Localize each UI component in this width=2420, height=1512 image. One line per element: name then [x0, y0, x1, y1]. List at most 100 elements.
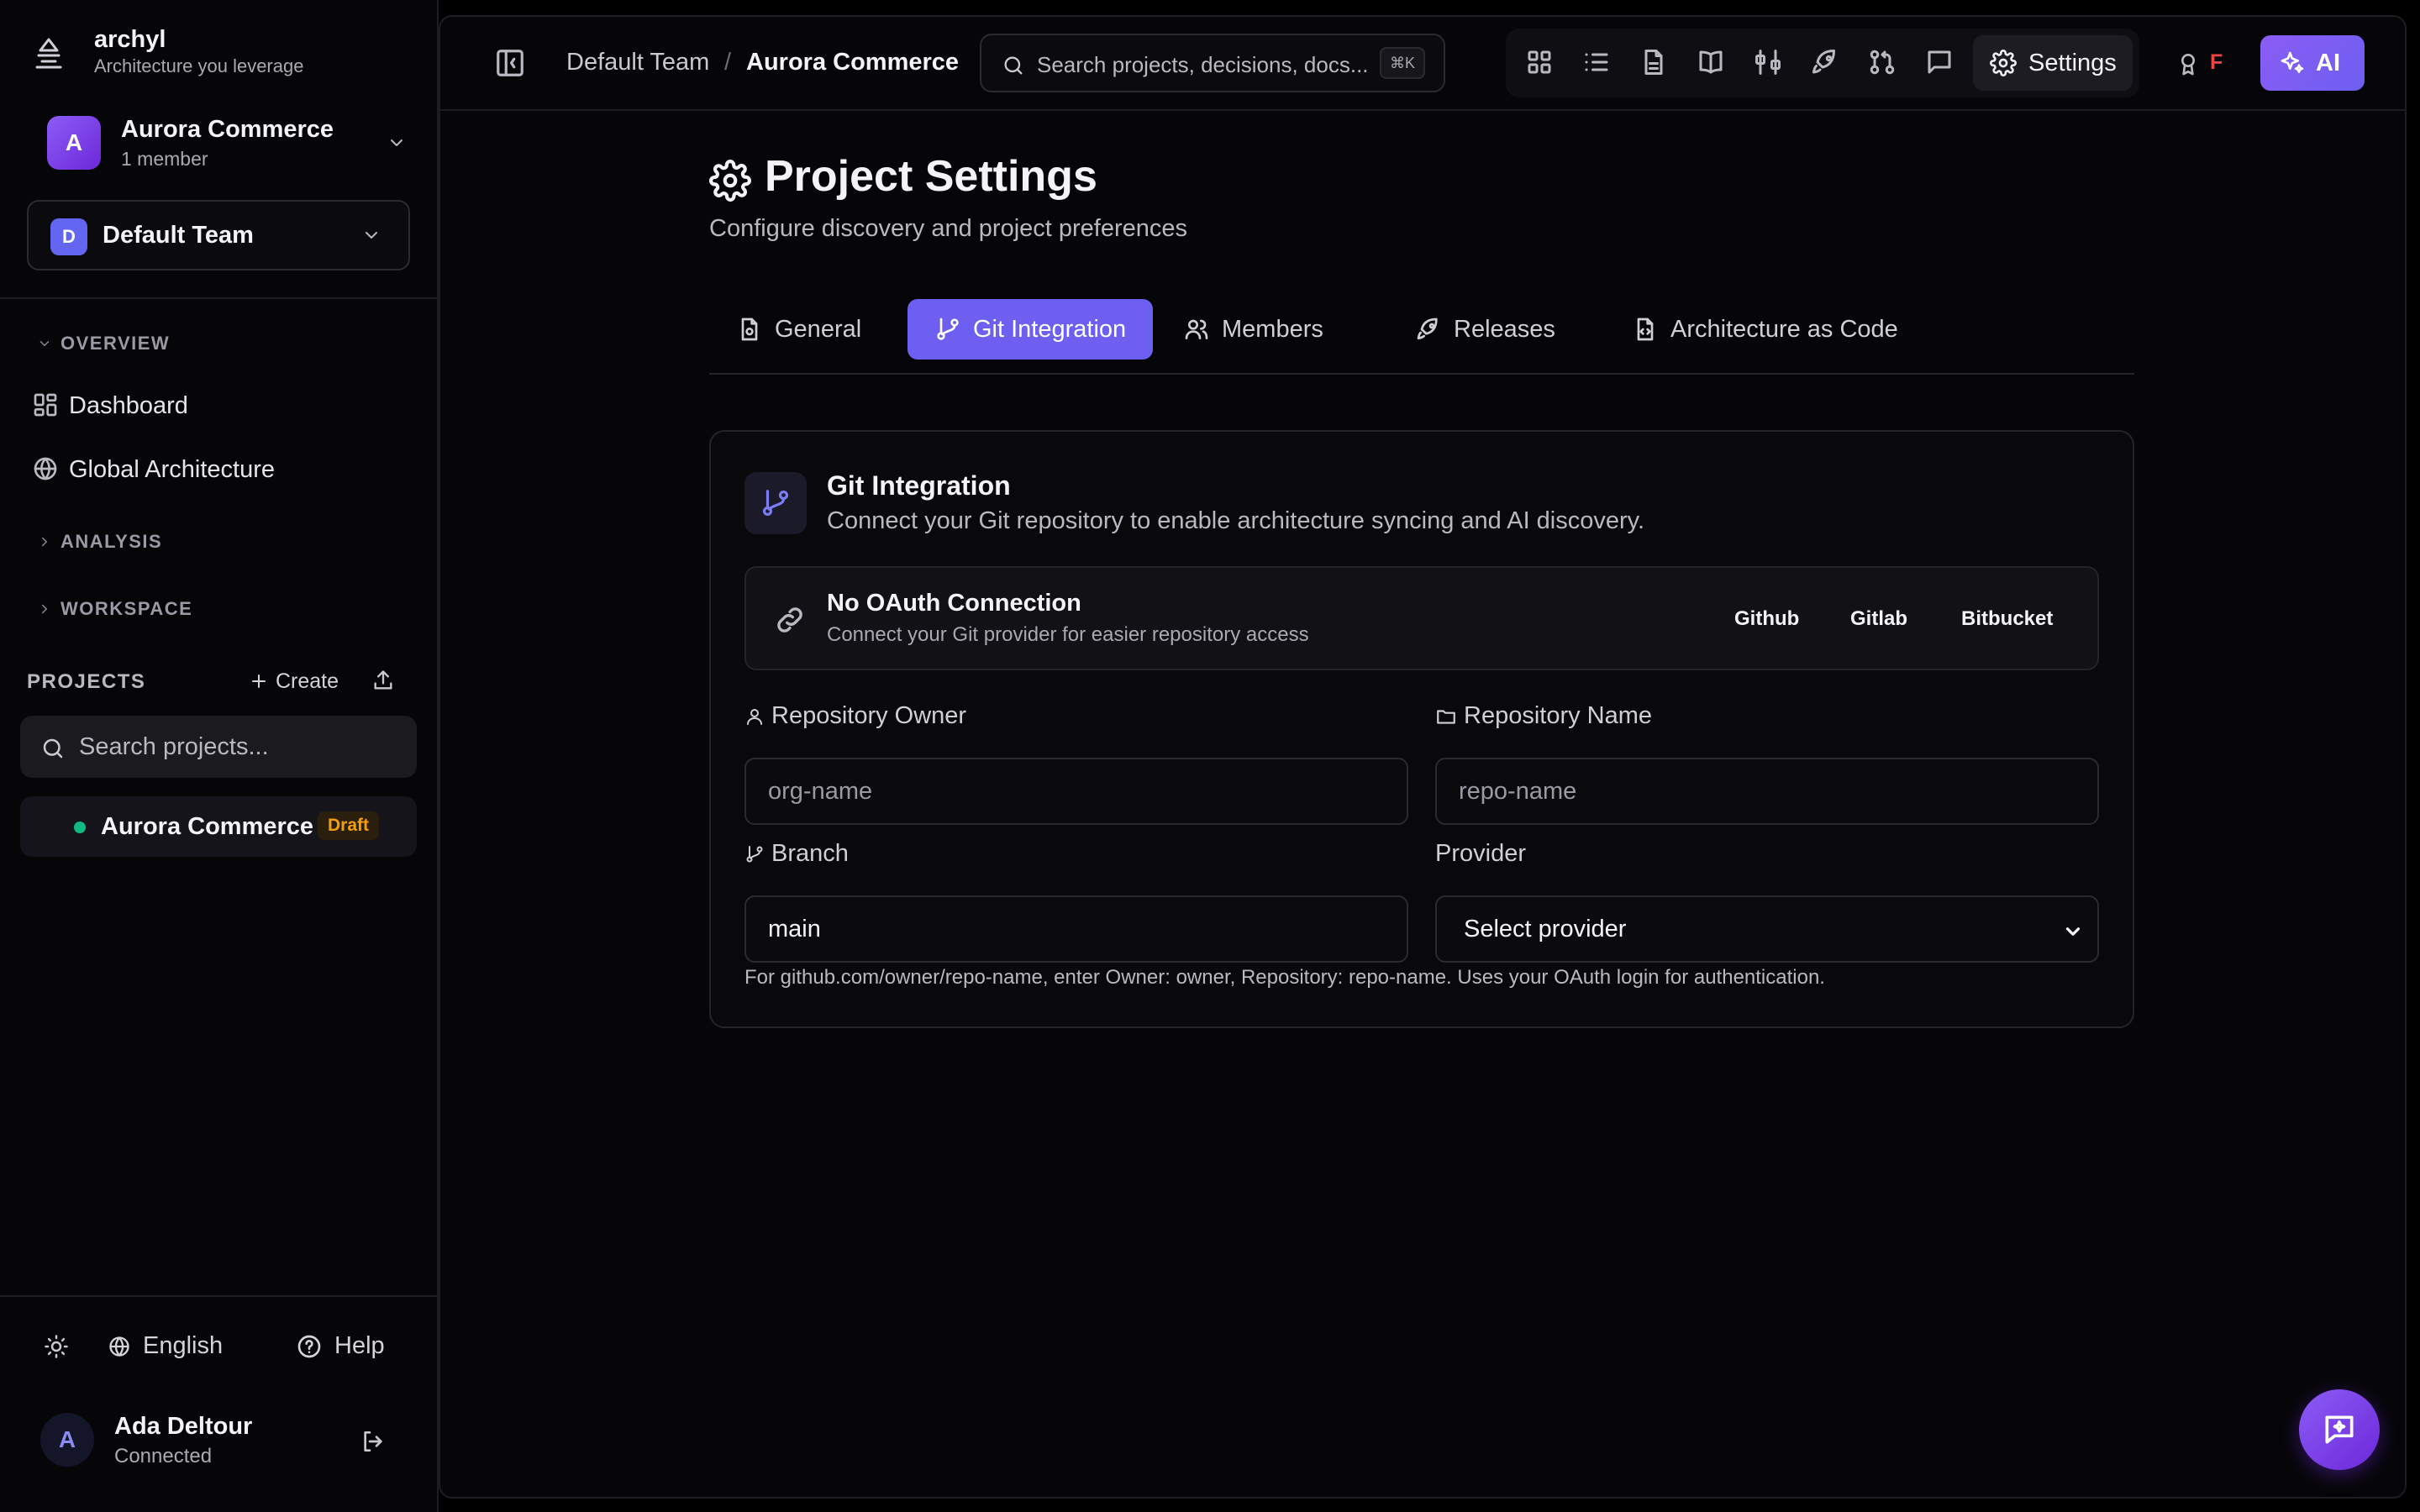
oauth-title: No OAuth Connection [827, 590, 1081, 617]
git-config-hint: For github.com/owner/repo-name, enter Ow… [744, 966, 1825, 989]
project-list-item-name: Aurora Commerce [101, 813, 314, 840]
user-avatar: A [40, 1413, 94, 1467]
branch-label: Branch [744, 840, 849, 868]
award-icon[interactable] [2175, 50, 2202, 77]
award-grade: F [2210, 50, 2223, 74]
main-panel: Default Team / Aurora Commerce Search pr… [439, 15, 2407, 1499]
git-branch-icon [934, 316, 961, 343]
document-icon[interactable] [1639, 47, 1669, 77]
help-circle-icon [296, 1333, 323, 1360]
chat-icon[interactable] [1924, 47, 1954, 77]
chevron-down-icon [2062, 921, 2084, 942]
project-search-input[interactable] [79, 716, 407, 778]
team-switcher[interactable]: D Default Team [27, 200, 410, 270]
brand-tagline: Architecture you leverage [94, 55, 304, 76]
gear-icon [1990, 50, 2017, 76]
create-project-button[interactable]: Create [249, 667, 339, 696]
global-search-placeholder: Search projects, decisions, docs... [1037, 52, 1369, 77]
gear-icon [709, 160, 751, 202]
global-search[interactable]: Search projects, decisions, docs... ⌘K [980, 34, 1445, 92]
tab-label: Architecture as Code [1670, 315, 1898, 343]
section-overview[interactable]: OVERVIEW [37, 333, 289, 358]
connect-github-button[interactable]: Github [1718, 600, 1816, 638]
list-icon[interactable] [1581, 47, 1612, 77]
sidebar: archyl Architecture you leverage A Auror… [0, 0, 439, 1512]
compare-icon[interactable] [1753, 47, 1783, 77]
project-list-item[interactable]: Aurora Commerce Draft [20, 796, 417, 857]
tab-label: Releases [1454, 315, 1555, 343]
repo-name-label: Repository Name [1435, 702, 1652, 730]
book-icon[interactable] [1696, 47, 1726, 77]
help-button[interactable]: Help [296, 1332, 385, 1360]
field-label: Repository Owner [771, 702, 967, 729]
section-workspace[interactable]: WORKSPACE [37, 598, 289, 623]
breadcrumb-team[interactable]: Default Team [566, 49, 709, 76]
chevron-down-icon [37, 336, 52, 351]
rocket-icon [1415, 316, 1442, 343]
project-switcher[interactable]: A Aurora Commerce 1 member [27, 111, 410, 175]
provider-select-value: Select provider [1464, 916, 1627, 942]
chevron-right-icon [37, 601, 52, 617]
project-status-dot [74, 822, 86, 833]
repo-owner-label: Repository Owner [744, 702, 966, 730]
file-code-icon [1632, 316, 1659, 343]
sun-icon[interactable] [44, 1334, 69, 1359]
grid-icon[interactable] [1524, 47, 1555, 77]
settings-tab[interactable]: Settings [1973, 35, 2133, 91]
sidebar-item-label: Dashboard [69, 392, 188, 419]
sidebar-divider [0, 297, 439, 299]
language-button[interactable]: English [108, 1332, 223, 1360]
logout-icon[interactable] [360, 1428, 387, 1455]
search-icon [1002, 54, 1025, 77]
chat-support-button[interactable] [2299, 1389, 2380, 1470]
card-subtitle: Connect your Git repository to enable ar… [827, 507, 1645, 534]
section-workspace-label: WORKSPACE [60, 598, 193, 619]
chevron-down-icon [387, 133, 407, 153]
draft-badge: Draft [318, 811, 380, 840]
view-toolbar: Settings [1506, 29, 2139, 97]
globe-icon [108, 1335, 131, 1358]
repo-name-input[interactable] [1435, 758, 2099, 825]
tab-releases[interactable]: Releases [1388, 299, 1582, 360]
sparkles-icon [2279, 50, 2306, 76]
tab-general[interactable]: General [709, 299, 888, 360]
repo-owner-input[interactable] [744, 758, 1408, 825]
rocket-icon[interactable] [1810, 47, 1840, 77]
search-shortcut-badge: ⌘K [1380, 47, 1426, 79]
connect-gitlab-button[interactable]: Gitlab [1833, 600, 1924, 638]
create-project-label: Create [276, 669, 339, 693]
sidebar-item-global-architecture[interactable]: Global Architecture [20, 442, 415, 496]
link-icon [773, 603, 807, 637]
sidebar-item-dashboard[interactable]: Dashboard [20, 378, 415, 432]
sidebar-toggle-icon[interactable] [494, 47, 526, 79]
ai-assistant-button[interactable]: AI [2260, 35, 2365, 91]
user-icon [744, 706, 765, 727]
tab-architecture-as-code[interactable]: Architecture as Code [1605, 299, 1925, 360]
help-label: Help [334, 1332, 385, 1359]
tab-label: Git Integration [973, 315, 1127, 343]
oauth-connection-panel: No OAuth Connection Connect your Git pro… [744, 566, 2099, 670]
breadcrumb-separator: / [724, 49, 732, 76]
message-sparkle-icon [2321, 1411, 2358, 1448]
settings-label: Settings [2028, 49, 2117, 76]
settings-tabs: General Git Integration Members Releases… [709, 299, 2134, 375]
page-subtitle: Configure discovery and project preferen… [709, 215, 1188, 242]
branch-input[interactable] [744, 895, 1408, 963]
tab-git-integration[interactable]: Git Integration [908, 299, 1154, 360]
breadcrumb-project: Aurora Commerce [746, 49, 960, 76]
provider-label: Provider [1435, 840, 1526, 868]
ai-button-label: AI [2316, 49, 2340, 76]
file-settings-icon [736, 316, 763, 343]
plus-icon [249, 671, 269, 691]
chevron-right-icon [37, 534, 52, 549]
project-search [20, 716, 417, 778]
tab-members[interactable]: Members [1156, 299, 1350, 360]
topbar: Default Team / Aurora Commerce Search pr… [440, 17, 2405, 111]
git-pull-request-icon[interactable] [1867, 47, 1897, 77]
dashboard-icon [32, 391, 59, 418]
users-icon [1183, 316, 1210, 343]
connect-bitbucket-button[interactable]: Bitbucket [1944, 600, 2070, 638]
upload-icon[interactable] [371, 669, 395, 692]
provider-select[interactable]: Select provider [1435, 895, 2099, 963]
section-analysis[interactable]: ANALYSIS [37, 531, 289, 556]
